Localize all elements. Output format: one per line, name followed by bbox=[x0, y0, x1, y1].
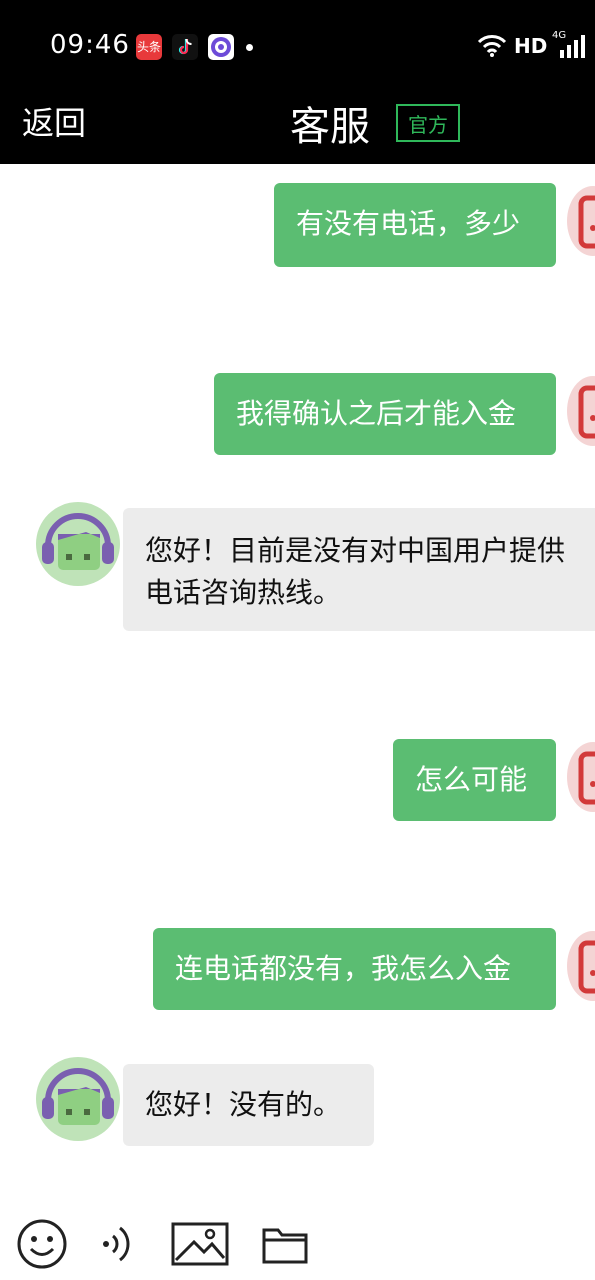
status-bar: 09:46 头条 HD 4G bbox=[0, 0, 595, 82]
agent-avatar[interactable] bbox=[36, 502, 120, 586]
status-time: 09:46 bbox=[50, 30, 130, 60]
outgoing-message[interactable]: 连电话都没有，我怎么入金 bbox=[153, 928, 556, 1010]
folder-icon[interactable] bbox=[260, 1218, 310, 1274]
page-title: 客服 bbox=[290, 104, 370, 150]
tiktok-app-icon bbox=[172, 34, 198, 60]
outgoing-message[interactable]: 有没有电话，多少 bbox=[274, 183, 556, 267]
outgoing-message[interactable]: 怎么可能 bbox=[393, 739, 556, 821]
network-label: HD bbox=[514, 34, 548, 58]
nav-bar: 返回 客服 官方 bbox=[0, 82, 595, 164]
back-button[interactable]: 返回 bbox=[22, 98, 86, 144]
user-avatar[interactable] bbox=[567, 742, 595, 812]
agent-avatar[interactable] bbox=[36, 1057, 120, 1141]
signal-icon bbox=[552, 34, 588, 64]
notification-dot-icon bbox=[246, 44, 253, 51]
chat-area[interactable]: 有没有电话，多少 我得确认之后才能入金 您好！目前是没有对中国用户提供电话咨询热… bbox=[0, 164, 595, 1204]
outgoing-message[interactable]: 我得确认之后才能入金 bbox=[214, 373, 556, 455]
user-avatar[interactable] bbox=[567, 931, 595, 1001]
emoji-icon[interactable] bbox=[16, 1218, 68, 1274]
image-icon[interactable] bbox=[170, 1218, 230, 1274]
user-avatar[interactable] bbox=[567, 376, 595, 446]
voice-icon[interactable] bbox=[98, 1218, 138, 1274]
user-avatar[interactable] bbox=[567, 186, 595, 256]
bottom-toolbar bbox=[0, 1204, 595, 1280]
browser-app-icon bbox=[208, 34, 234, 60]
toutiao-app-icon: 头条 bbox=[136, 34, 162, 60]
wifi-icon bbox=[477, 34, 507, 62]
incoming-message[interactable]: 您好！没有的。 bbox=[123, 1064, 374, 1146]
official-badge: 官方 bbox=[396, 104, 460, 142]
incoming-message[interactable]: 您好！目前是没有对中国用户提供电话咨询热线。 bbox=[123, 508, 595, 631]
